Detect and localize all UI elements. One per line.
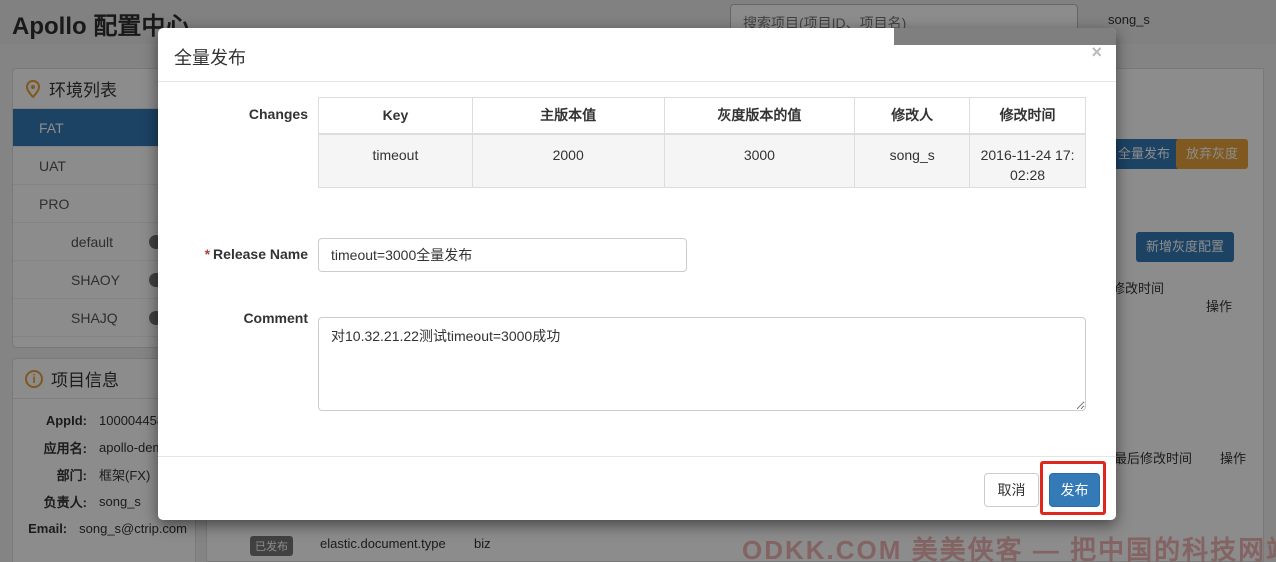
changes-label: Changes xyxy=(248,106,308,122)
cell-gray-value: 3000 xyxy=(663,133,856,188)
col-modifier-header: 修改人 xyxy=(854,97,971,135)
close-icon[interactable]: × xyxy=(1091,42,1102,63)
comment-label: Comment xyxy=(243,310,308,326)
cell-modifier: song_s xyxy=(854,133,971,188)
cell-key: timeout xyxy=(318,133,473,188)
table-row: timeout 2000 3000 song_s 2016-11-24 17:0… xyxy=(318,133,1086,188)
release-button[interactable]: 发布 xyxy=(1049,473,1100,507)
release-name-input[interactable] xyxy=(318,238,687,272)
changes-table: Key 主版本值 灰度版本的值 修改人 修改时间 timeout 2000 30… xyxy=(318,97,1086,188)
col-modify-time-header: 修改时间 xyxy=(969,97,1086,135)
release-all-modal: 全量发布 × Changes Key 主版本值 灰度版本的值 修改人 修改时间 … xyxy=(158,28,1116,520)
modal-title: 全量发布 xyxy=(174,48,246,68)
modal-footer: 取消 发布 xyxy=(158,456,1116,520)
modal-header: 全量发布 × xyxy=(158,28,1116,82)
comment-textarea[interactable]: 对10.32.21.22测试timeout=3000成功 xyxy=(318,317,1086,411)
col-key-header: Key xyxy=(318,97,473,135)
cell-master-value: 2000 xyxy=(471,133,665,188)
release-name-label-text: Release Name xyxy=(213,246,308,262)
col-master-value-header: 主版本值 xyxy=(471,97,665,135)
cell-modify-time: 2016-11-24 17:02:28 xyxy=(969,133,1086,188)
col-gray-value-header: 灰度版本的值 xyxy=(663,97,856,135)
release-name-label: * Release Name xyxy=(158,246,308,262)
header-overlay-strip xyxy=(894,28,1116,45)
cancel-button[interactable]: 取消 xyxy=(984,473,1039,507)
changes-table-header-row: Key 主版本值 灰度版本的值 修改人 修改时间 xyxy=(318,97,1086,135)
required-indicator: * xyxy=(204,246,211,262)
